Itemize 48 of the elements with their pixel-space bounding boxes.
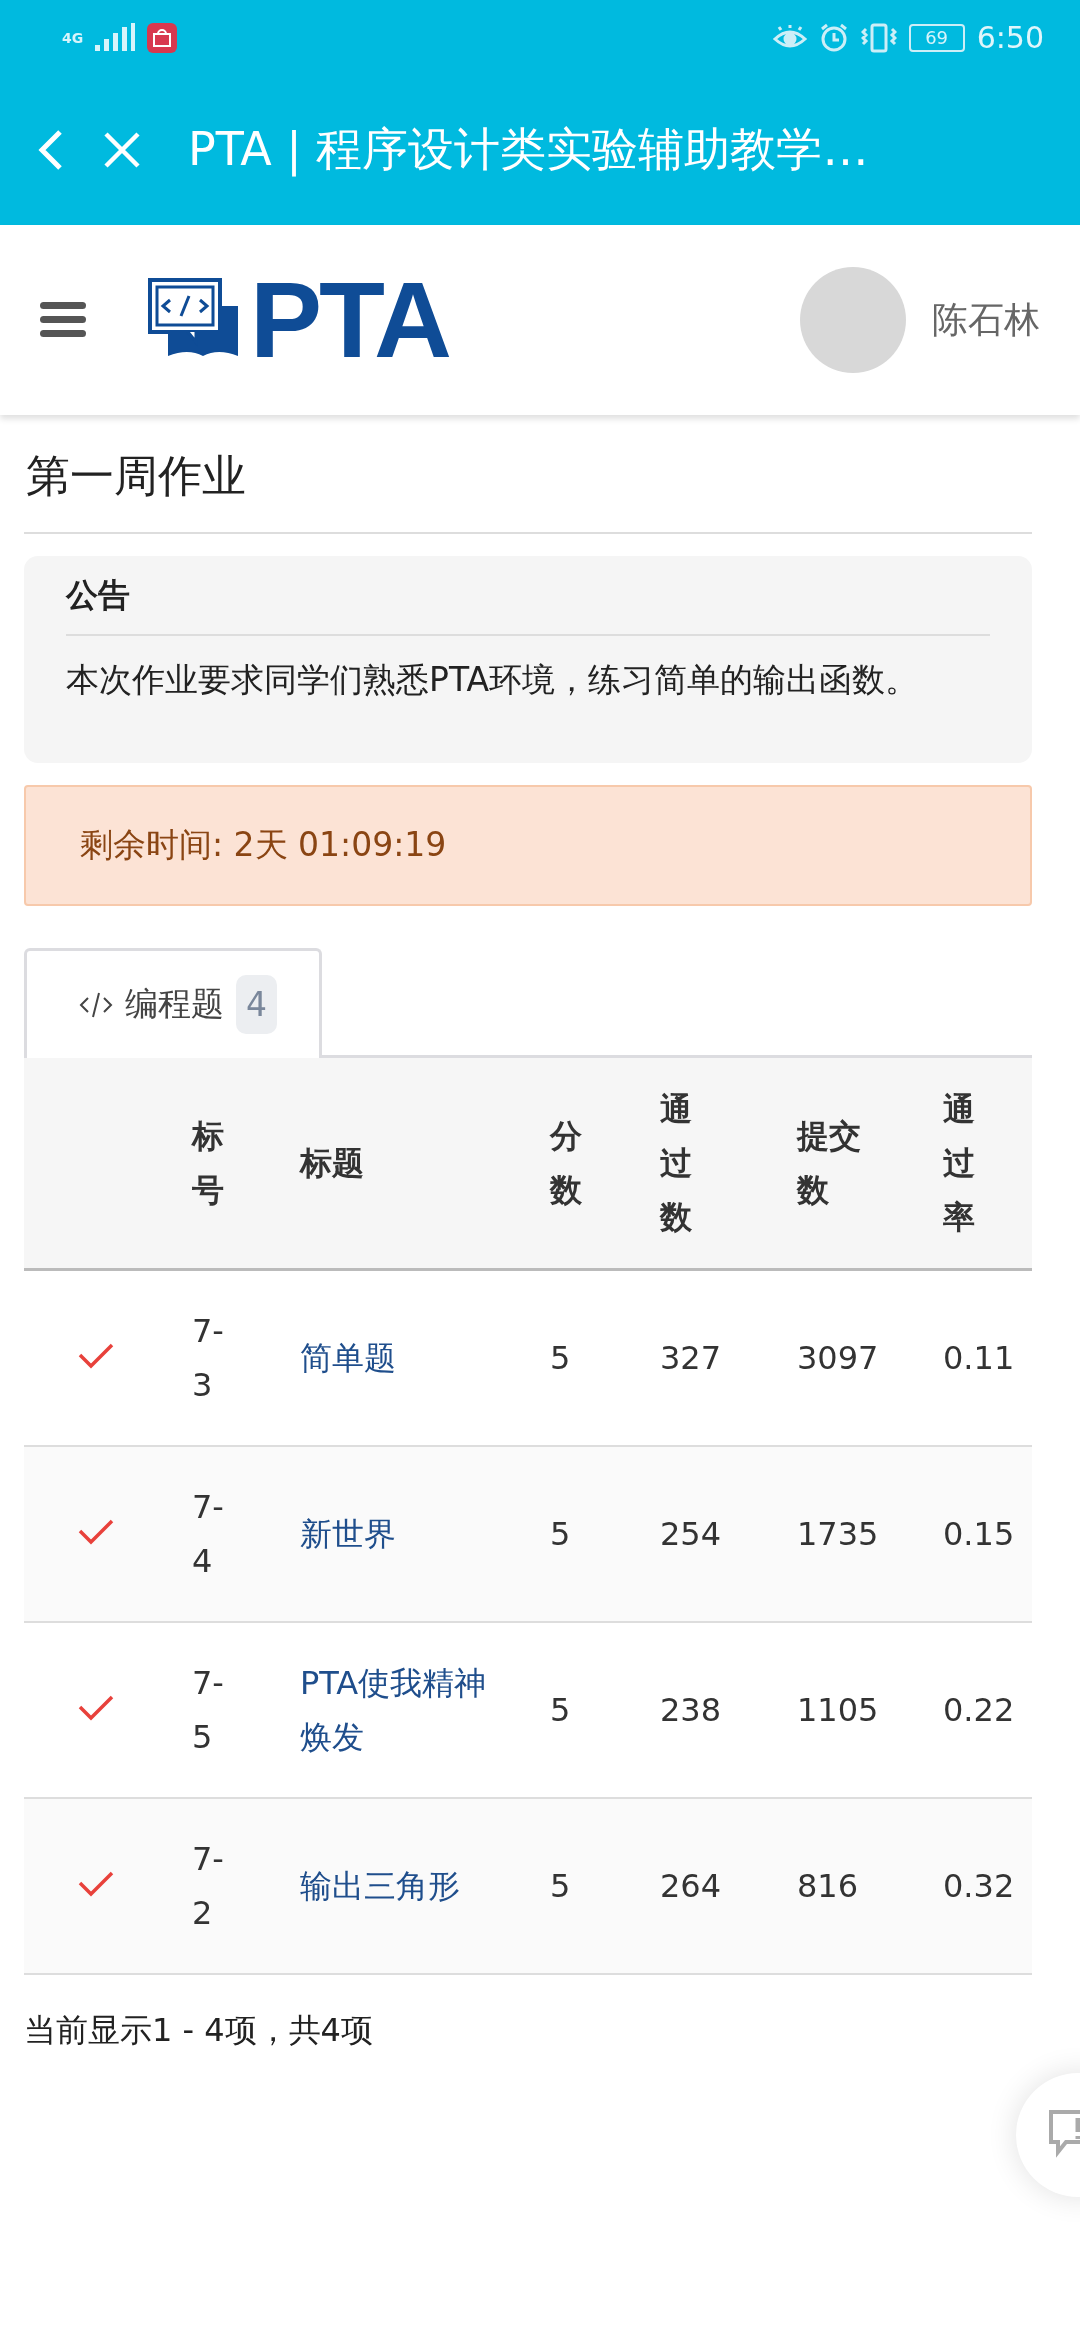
pagination-info: 当前显示1 - 4项，共4项 bbox=[24, 2010, 374, 2051]
table-cell: 5 bbox=[550, 1339, 571, 1377]
problem-link[interactable]: PTA使我精神焕发 bbox=[300, 1656, 490, 1764]
page-title: 第一周作业 bbox=[24, 415, 1032, 534]
tab[interactable]: 编程题 4 bbox=[24, 948, 322, 1058]
table-cell: 327 bbox=[660, 1339, 722, 1377]
alarm-icon bbox=[818, 22, 849, 53]
user-name[interactable]: 陈石林 bbox=[932, 295, 1040, 345]
table-cell: 5 bbox=[550, 1515, 571, 1553]
column-header: 分数 bbox=[550, 1116, 583, 1211]
column-header: 标题 bbox=[300, 1143, 365, 1184]
table-cell: 264 bbox=[660, 1867, 722, 1905]
problem-link[interactable]: 简单题 bbox=[300, 1331, 490, 1385]
table-cell: 5 bbox=[550, 1691, 571, 1729]
table-cell: 254 bbox=[660, 1515, 722, 1553]
signal-icon bbox=[95, 22, 136, 53]
logo-text: PTA bbox=[250, 266, 449, 374]
vibrate-icon bbox=[860, 22, 897, 53]
table-cell: 5 bbox=[550, 1867, 571, 1905]
table-cell: 0.32 bbox=[943, 1867, 1015, 1905]
table-cell: 1105 bbox=[797, 1691, 879, 1729]
column-header: 通过率 bbox=[943, 1089, 976, 1238]
table-cell: 0.11 bbox=[943, 1339, 1015, 1377]
battery-icon: 69 bbox=[908, 23, 965, 52]
eye-icon bbox=[772, 24, 807, 51]
column-header: 标号 bbox=[192, 1116, 225, 1211]
close-icon[interactable] bbox=[102, 130, 142, 170]
table-cell-text: 7-5 bbox=[192, 1663, 225, 1758]
notice-heading: 公告 bbox=[66, 574, 990, 636]
shopping-bag-icon bbox=[147, 22, 178, 53]
column-header: 通过数 bbox=[660, 1089, 693, 1238]
clock-time: 6:50 bbox=[976, 20, 1044, 55]
table-cell-text: 7-3 bbox=[192, 1311, 225, 1406]
table-cell: 816 bbox=[797, 1867, 859, 1905]
count-badge: 4 bbox=[236, 975, 277, 1034]
window-title: PTA | 程序设计类实验辅助教学… bbox=[188, 121, 869, 179]
table-cell-text: 7-2 bbox=[192, 1839, 225, 1934]
network-label: 4G bbox=[62, 30, 84, 45]
notice-text: 本次作业要求同学们熟悉PTA环境，练习简单的输出函数。 bbox=[66, 659, 920, 701]
table-cell: 238 bbox=[660, 1691, 722, 1729]
table-cell: 3097 bbox=[797, 1339, 879, 1377]
table-cell: 1735 bbox=[797, 1515, 879, 1553]
column-header: 提交数 bbox=[797, 1116, 862, 1211]
table-cell-text: 7-4 bbox=[192, 1487, 225, 1582]
menu-icon[interactable] bbox=[40, 302, 86, 338]
time-remaining-alert: 剩余时间: 2天 01:09:19 bbox=[24, 785, 1032, 906]
table-cell: 0.22 bbox=[943, 1691, 1015, 1729]
table-cell: 0.15 bbox=[943, 1515, 1015, 1553]
